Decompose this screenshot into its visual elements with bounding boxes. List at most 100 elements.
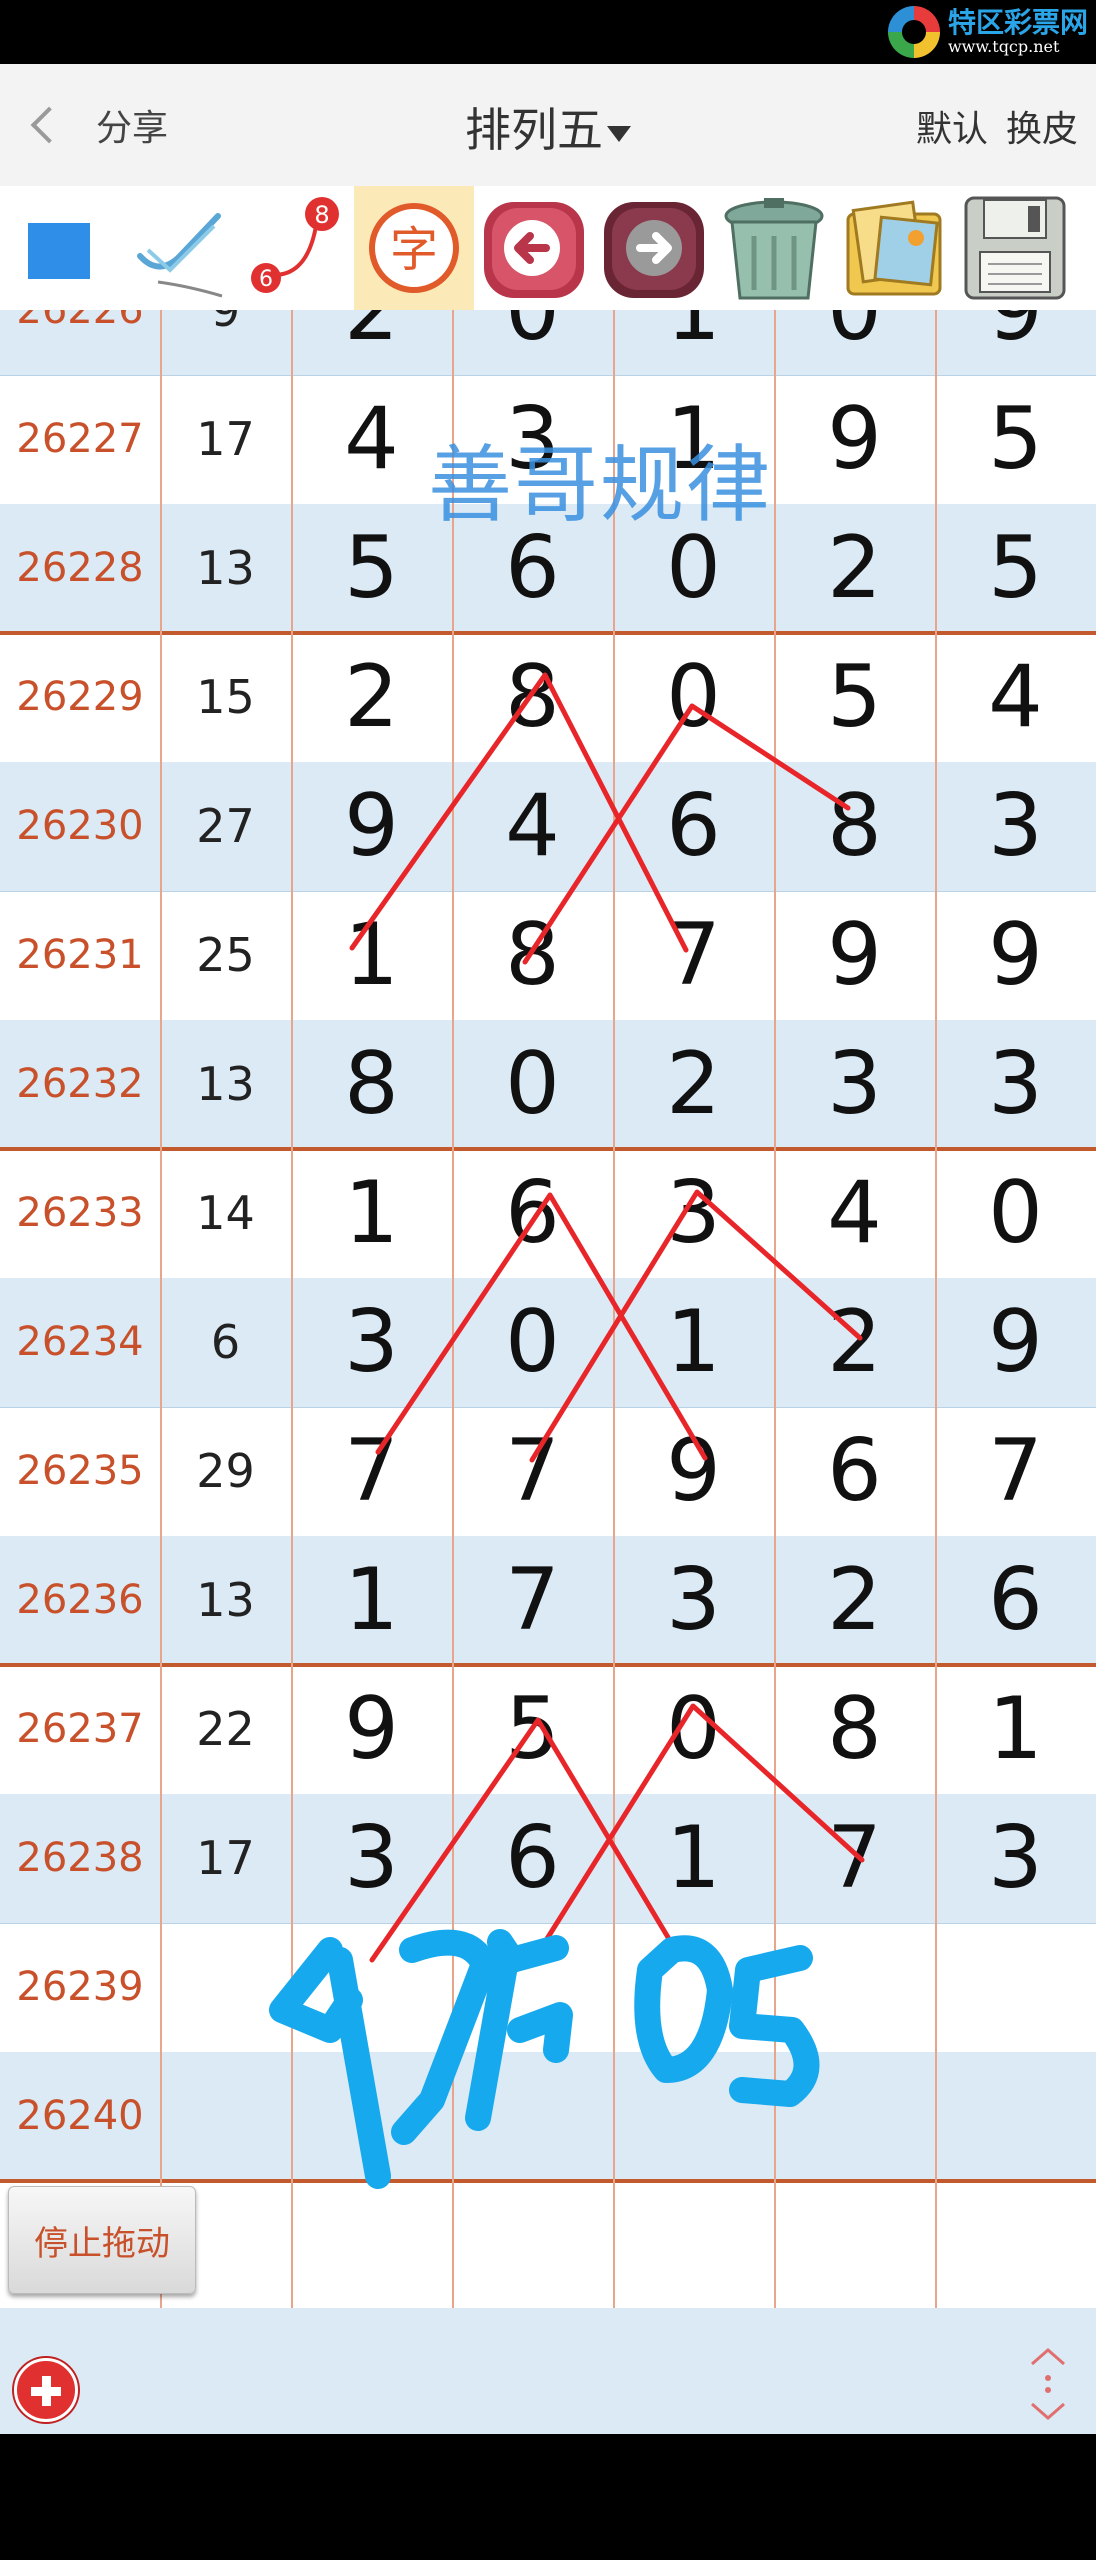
digit-cell-3[interactable]: [613, 1923, 774, 2052]
issue-number: 26231: [16, 932, 144, 978]
digit-cell-2[interactable]: 4: [452, 762, 613, 891]
digit-cell-4[interactable]: 2: [774, 1536, 935, 1665]
issue-number: 26240: [16, 2093, 144, 2139]
text-tool[interactable]: 字: [354, 186, 474, 310]
connect-nodes-icon: 8 6: [251, 197, 339, 293]
stop-drag-button[interactable]: 停止拖动: [8, 2186, 196, 2294]
undo-tool[interactable]: [474, 186, 594, 310]
digit-cell-4[interactable]: 7: [774, 1794, 935, 1923]
digit-cell-5[interactable]: 1: [935, 1665, 1096, 1794]
digit-cell-3[interactable]: 1: [613, 310, 774, 375]
digit-cell-4[interactable]: 3: [774, 1020, 935, 1149]
digit-cell-4[interactable]: [774, 1923, 935, 2052]
issue-number: 26226: [16, 310, 144, 333]
table-row: 26229 15 2 8 0 5 4: [0, 633, 1096, 762]
digit-cell-5[interactable]: 6: [935, 1536, 1096, 1665]
digit-cell-1[interactable]: 9: [291, 1665, 452, 1794]
bottom-bar: [0, 2308, 1096, 2434]
digit-cell-2[interactable]: 8: [452, 633, 613, 762]
digit-cell-4[interactable]: 8: [774, 762, 935, 891]
digit-cell-1[interactable]: 2: [291, 310, 452, 375]
trash-icon: [724, 198, 824, 300]
digit-cell-3[interactable]: 6: [613, 762, 774, 891]
group-divider: [0, 2179, 1096, 2183]
digit-cell-5[interactable]: [935, 2052, 1096, 2181]
connect-label-6: 6: [259, 267, 273, 292]
digit-cell-4[interactable]: 5: [774, 633, 935, 762]
resize-vertical-icon[interactable]: [1026, 2346, 1070, 2422]
digit-cell-4[interactable]: 8: [774, 1665, 935, 1794]
digit-cell-3[interactable]: 0: [613, 633, 774, 762]
digit-cell-1[interactable]: 3: [291, 1278, 452, 1407]
digit-cell-3[interactable]: 2: [613, 1020, 774, 1149]
digit-cell-5[interactable]: [935, 1923, 1096, 2052]
digit-cell-4[interactable]: 9: [774, 891, 935, 1020]
sum-value: 13: [196, 1573, 255, 1627]
digit-cell-3[interactable]: 0: [613, 1665, 774, 1794]
digit-cell-2[interactable]: [452, 2052, 613, 2181]
digit-cell-1[interactable]: 2: [291, 633, 452, 762]
digit-cell-4[interactable]: 2: [774, 1278, 935, 1407]
digit-cell-1[interactable]: 7: [291, 1407, 452, 1536]
digit-cell-2[interactable]: 8: [452, 891, 613, 1020]
issue-number: 26237: [16, 1706, 144, 1752]
digit-cell-5[interactable]: 5: [935, 375, 1096, 504]
save-tool[interactable]: [954, 186, 1076, 310]
table-row: 26234 6 3 0 1 2 9: [0, 1278, 1096, 1407]
digit-cell-1[interactable]: [291, 1923, 452, 2052]
digit-cell-3[interactable]: 3: [613, 1149, 774, 1278]
digit-cell-2[interactable]: 7: [452, 1536, 613, 1665]
digit-cell-1[interactable]: 9: [291, 762, 452, 891]
sum-value: 22: [196, 1702, 255, 1756]
digit-cell-5[interactable]: 9: [935, 891, 1096, 1020]
digit-cell-5[interactable]: 0: [935, 1149, 1096, 1278]
digit-cell-5[interactable]: 7: [935, 1407, 1096, 1536]
plus-circle-icon[interactable]: [14, 2358, 78, 2422]
digit-cell-2[interactable]: 5: [452, 1665, 613, 1794]
issue-number: 26238: [16, 1835, 144, 1881]
digit-cell-1[interactable]: 1: [291, 1536, 452, 1665]
digit-cell-4[interactable]: 4: [774, 1149, 935, 1278]
digit-cell-2[interactable]: 6: [452, 1149, 613, 1278]
digit-cell-1[interactable]: 1: [291, 1149, 452, 1278]
digit-cell-5[interactable]: 5: [935, 504, 1096, 633]
digit-cell-2[interactable]: 6: [452, 1794, 613, 1923]
results-table: 26226 9 2 0 1 0 9 26227 17 4 3 1 9 5 26228 13 5 6 0 2 5 26229…: [0, 310, 1096, 2308]
digit-cell-4[interactable]: 6: [774, 1407, 935, 1536]
digit-cell-5[interactable]: 4: [935, 633, 1096, 762]
digit-cell-4[interactable]: 9: [774, 375, 935, 504]
digit-cell-3[interactable]: 7: [613, 891, 774, 1020]
digit-cell-2[interactable]: 0: [452, 1278, 613, 1407]
digit-cell-5[interactable]: 9: [935, 310, 1096, 375]
digit-cell-3[interactable]: [613, 2052, 774, 2181]
digit-cell-2[interactable]: 7: [452, 1407, 613, 1536]
trash-tool[interactable]: [714, 186, 834, 310]
sum-value: 13: [196, 541, 255, 595]
digit-cell-5[interactable]: 3: [935, 762, 1096, 891]
digit-cell-5[interactable]: 3: [935, 1020, 1096, 1149]
digit-cell-2[interactable]: 0: [452, 1020, 613, 1149]
digit-cell-1[interactable]: [291, 2052, 452, 2181]
default-button[interactable]: 默认: [916, 100, 988, 152]
digit-cell-4[interactable]: 2: [774, 504, 935, 633]
digit-cell-3[interactable]: 9: [613, 1407, 774, 1536]
digit-cell-5[interactable]: 9: [935, 1278, 1096, 1407]
digit-cell-3[interactable]: 1: [613, 1794, 774, 1923]
digit-cell-2[interactable]: [452, 1923, 613, 2052]
digit-cell-1[interactable]: 3: [291, 1794, 452, 1923]
digit-cell-5[interactable]: 3: [935, 1794, 1096, 1923]
digit-cell-4[interactable]: [774, 2052, 935, 2181]
redo-tool[interactable]: [594, 186, 714, 310]
connect-line-tool[interactable]: 8 6: [236, 186, 354, 310]
digit-cell-2[interactable]: 0: [452, 310, 613, 375]
gallery-tool[interactable]: [834, 186, 954, 310]
digit-cell-1[interactable]: 8: [291, 1020, 452, 1149]
change-skin-button[interactable]: 换皮: [1006, 100, 1078, 152]
digit-cell-3[interactable]: 3: [613, 1536, 774, 1665]
square-color-tool[interactable]: [0, 186, 118, 310]
digit-cell-4[interactable]: 0: [774, 310, 935, 375]
digit-cell-1[interactable]: 1: [291, 891, 452, 1020]
pen-tool[interactable]: [118, 186, 236, 310]
digit-cell-3[interactable]: 1: [613, 1278, 774, 1407]
table-row: 26239: [0, 1923, 1096, 2052]
